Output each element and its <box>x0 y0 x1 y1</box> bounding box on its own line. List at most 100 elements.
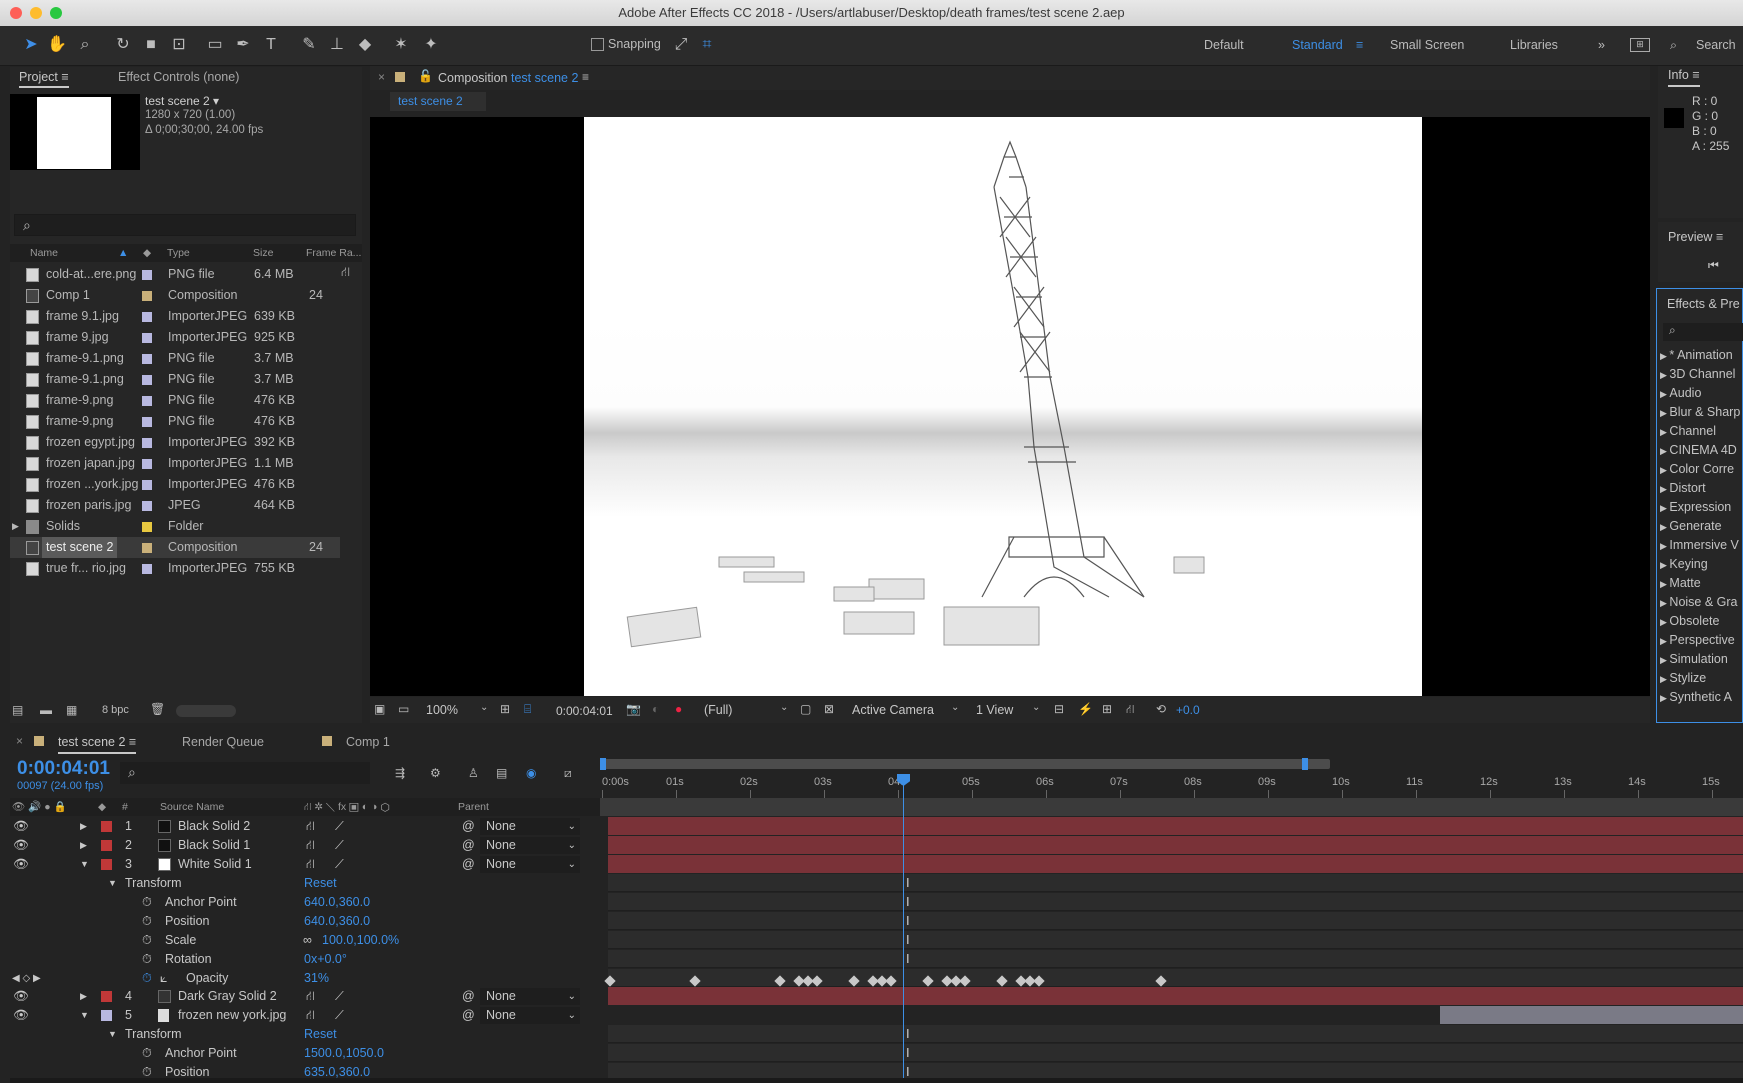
project-item[interactable]: test scene 2 Composition 24 <box>10 537 340 558</box>
region-of-interest-icon[interactable]: ▢ <box>800 702 811 716</box>
workspace-menu-icon[interactable]: ≡ <box>1356 38 1363 52</box>
label-swatch[interactable] <box>142 501 152 511</box>
interpret-footage-icon[interactable]: ▤ <box>12 703 23 717</box>
workspace-libraries[interactable]: Libraries <box>1510 38 1558 52</box>
current-time-display[interactable]: 0:00:04:01 <box>556 704 613 718</box>
label-swatch[interactable] <box>142 354 152 364</box>
disclosure-triangle-icon[interactable]: ▶ <box>1660 389 1669 399</box>
snap-features-icon[interactable]: ⌗ <box>696 34 718 56</box>
eye-visibility-icon[interactable]: 👁 <box>13 855 29 874</box>
parent-dropdown[interactable]: None ⌄ <box>480 856 580 873</box>
tab-info[interactable]: Info ≡ <box>1668 68 1700 87</box>
minimize-window-button[interactable] <box>30 7 42 19</box>
label-swatch[interactable] <box>101 1010 112 1021</box>
disclosure-triangle-icon[interactable]: ▶ <box>1660 541 1669 551</box>
label-swatch[interactable] <box>101 821 112 832</box>
eye-visibility-icon[interactable]: 👁 <box>13 987 29 1006</box>
close-tab-icon[interactable]: × <box>16 734 23 748</box>
disclosure-triangle-icon[interactable]: ▼ <box>80 855 89 874</box>
timeline-search-input[interactable]: ⌕ <box>120 762 370 784</box>
disclosure-triangle-icon[interactable]: ▶ <box>80 987 87 1006</box>
effects-category-item[interactable]: ▶ Obsolete <box>1660 614 1719 628</box>
quality-switch-icon[interactable]: ⟋ <box>335 855 344 874</box>
layer-name[interactable]: Black Solid 1 <box>178 836 250 855</box>
effects-category-item[interactable]: ▶ Distort <box>1660 481 1706 495</box>
property-row[interactable]: ⏱ Position 640.0,360.0 <box>10 912 605 931</box>
comp-tab-name[interactable]: test scene 2 <box>511 71 578 85</box>
exposure-value[interactable]: +0.0 <box>1176 703 1200 717</box>
effects-category-item[interactable]: ▶ CINEMA 4D <box>1660 443 1737 457</box>
zoom-window-button[interactable] <box>50 7 62 19</box>
sort-ascending-icon[interactable]: ▲ <box>118 244 128 262</box>
layer-bar-1[interactable] <box>608 817 1743 835</box>
work-area-end-handle[interactable] <box>1302 758 1308 770</box>
chevron-down-icon[interactable]: ⌄ <box>480 702 488 713</box>
layer-bar-4[interactable] <box>608 987 1743 1005</box>
workspace-layout-icon[interactable]: ⊞ <box>1630 38 1650 52</box>
collapse-switch-icon[interactable]: ⛙ <box>306 836 315 855</box>
graph-icon[interactable]: ⟀ <box>160 969 168 988</box>
reset-transform-link[interactable]: Reset <box>304 874 337 893</box>
comp-info-name[interactable]: test scene 2 ▾ <box>145 94 219 108</box>
hand-tool-icon[interactable]: ✋ <box>46 34 68 56</box>
disclosure-triangle-icon[interactable]: ▶ <box>1660 598 1669 608</box>
spiral-pickwhip-icon[interactable]: @ <box>462 987 475 1006</box>
disclosure-triangle-icon[interactable]: ▶ <box>1660 484 1669 494</box>
layer-row[interactable]: 👁 ▼ 5 frozen new york.jpg ⛙ ⟋ @ None ⌄ <box>10 1006 605 1025</box>
layer-bar-3[interactable] <box>608 855 1743 873</box>
eye-visibility-icon[interactable]: 👁 <box>13 817 29 836</box>
col-name[interactable]: Name <box>30 244 58 262</box>
stopwatch-icon[interactable]: ⏱ <box>142 950 152 969</box>
effects-category-item[interactable]: ▶ * Animation <box>1660 348 1733 362</box>
spiral-pickwhip-icon[interactable]: @ <box>462 855 475 874</box>
tab-project[interactable]: Project ≡ <box>19 66 69 88</box>
eye-visibility-icon[interactable]: 👁 <box>13 836 29 855</box>
tab-effect-controls[interactable]: Effect Controls (none) <box>118 66 239 88</box>
stopwatch-icon[interactable]: ⏱ <box>142 1044 152 1063</box>
effects-category-item[interactable]: ▶ Immersive V <box>1660 538 1739 552</box>
spiral-pickwhip-icon[interactable]: @ <box>462 1006 475 1025</box>
layer-name[interactable]: Black Solid 2 <box>178 817 250 836</box>
puppet-pin-tool-icon[interactable]: ✦ <box>420 34 442 56</box>
workspace-default[interactable]: Default <box>1204 38 1244 52</box>
shy-layers-icon[interactable]: ♙ <box>468 766 479 780</box>
pen-tool-icon[interactable]: ✒ <box>232 34 254 56</box>
comp-flowchart-icon[interactable]: ⛙ <box>1126 702 1134 718</box>
project-item[interactable]: ▶ Solids Folder <box>10 516 340 537</box>
disclosure-triangle-icon[interactable]: ▶ <box>1660 579 1669 589</box>
graph-editor-icon[interactable]: ⧄ <box>564 766 572 781</box>
tab-comp-1[interactable]: Comp 1 <box>346 735 390 749</box>
disclosure-triangle-icon[interactable]: ▶ <box>1660 351 1669 361</box>
resolution-dropdown[interactable]: (Full) <box>704 703 732 717</box>
toggle-pixel-aspect-icon[interactable]: ⊟ <box>1054 702 1064 716</box>
new-folder-icon[interactable]: ▬ <box>40 703 52 717</box>
transparency-grid-icon[interactable]: ⊠ <box>824 702 834 716</box>
roto-brush-tool-icon[interactable]: ✶ <box>390 34 412 56</box>
project-item[interactable]: frame 9.jpg ImporterJPEG 925 KB <box>10 327 340 348</box>
project-item[interactable]: frame-9.1.png PNG file 3.7 MB <box>10 369 340 390</box>
disclosure-triangle-icon[interactable]: ▼ <box>108 1025 117 1044</box>
disclosure-triangle-icon[interactable]: ▶ <box>1660 465 1669 475</box>
spiral-pickwhip-icon[interactable]: @ <box>462 836 475 855</box>
rectangle-tool-icon[interactable]: ▭ <box>204 34 226 56</box>
first-frame-icon[interactable]: ⏮ <box>1708 258 1719 273</box>
show-snapshot-icon[interactable]: ◐ <box>652 702 659 716</box>
stopwatch-icon[interactable]: ⏱ <box>142 912 152 931</box>
project-item[interactable]: frozen egypt.jpg ImporterJPEG 392 KB <box>10 432 340 453</box>
layer-name[interactable]: Dark Gray Solid 2 <box>178 987 277 1006</box>
clone-stamp-tool-icon[interactable]: ⊥ <box>326 34 348 56</box>
col-source-name[interactable]: Source Name <box>160 798 224 816</box>
magnification-dropdown[interactable]: 100% <box>426 703 458 717</box>
effects-category-item[interactable]: ▶ Generate <box>1660 519 1722 533</box>
property-value[interactable]: 100.0,100.0% <box>322 931 399 950</box>
label-swatch[interactable] <box>142 543 152 553</box>
zoom-tool-icon[interactable]: ⌕ <box>74 34 96 56</box>
disclosure-triangle-icon[interactable]: ▶ <box>1660 693 1669 703</box>
collapse-switch-icon[interactable]: ⛙ <box>306 855 315 874</box>
disclosure-triangle-icon[interactable]: ▶ <box>1660 560 1669 570</box>
collapse-switch-icon[interactable]: ⛙ <box>306 817 315 836</box>
property-row[interactable]: ⏱ Rotation 0x+0.0° <box>10 950 605 969</box>
property-row[interactable]: ⏱ Scale ∞ 100.0,100.0% <box>10 931 605 950</box>
timeline-icon[interactable]: ⊞ <box>1102 702 1112 716</box>
disclosure-triangle-icon[interactable]: ▶ <box>1660 522 1669 532</box>
